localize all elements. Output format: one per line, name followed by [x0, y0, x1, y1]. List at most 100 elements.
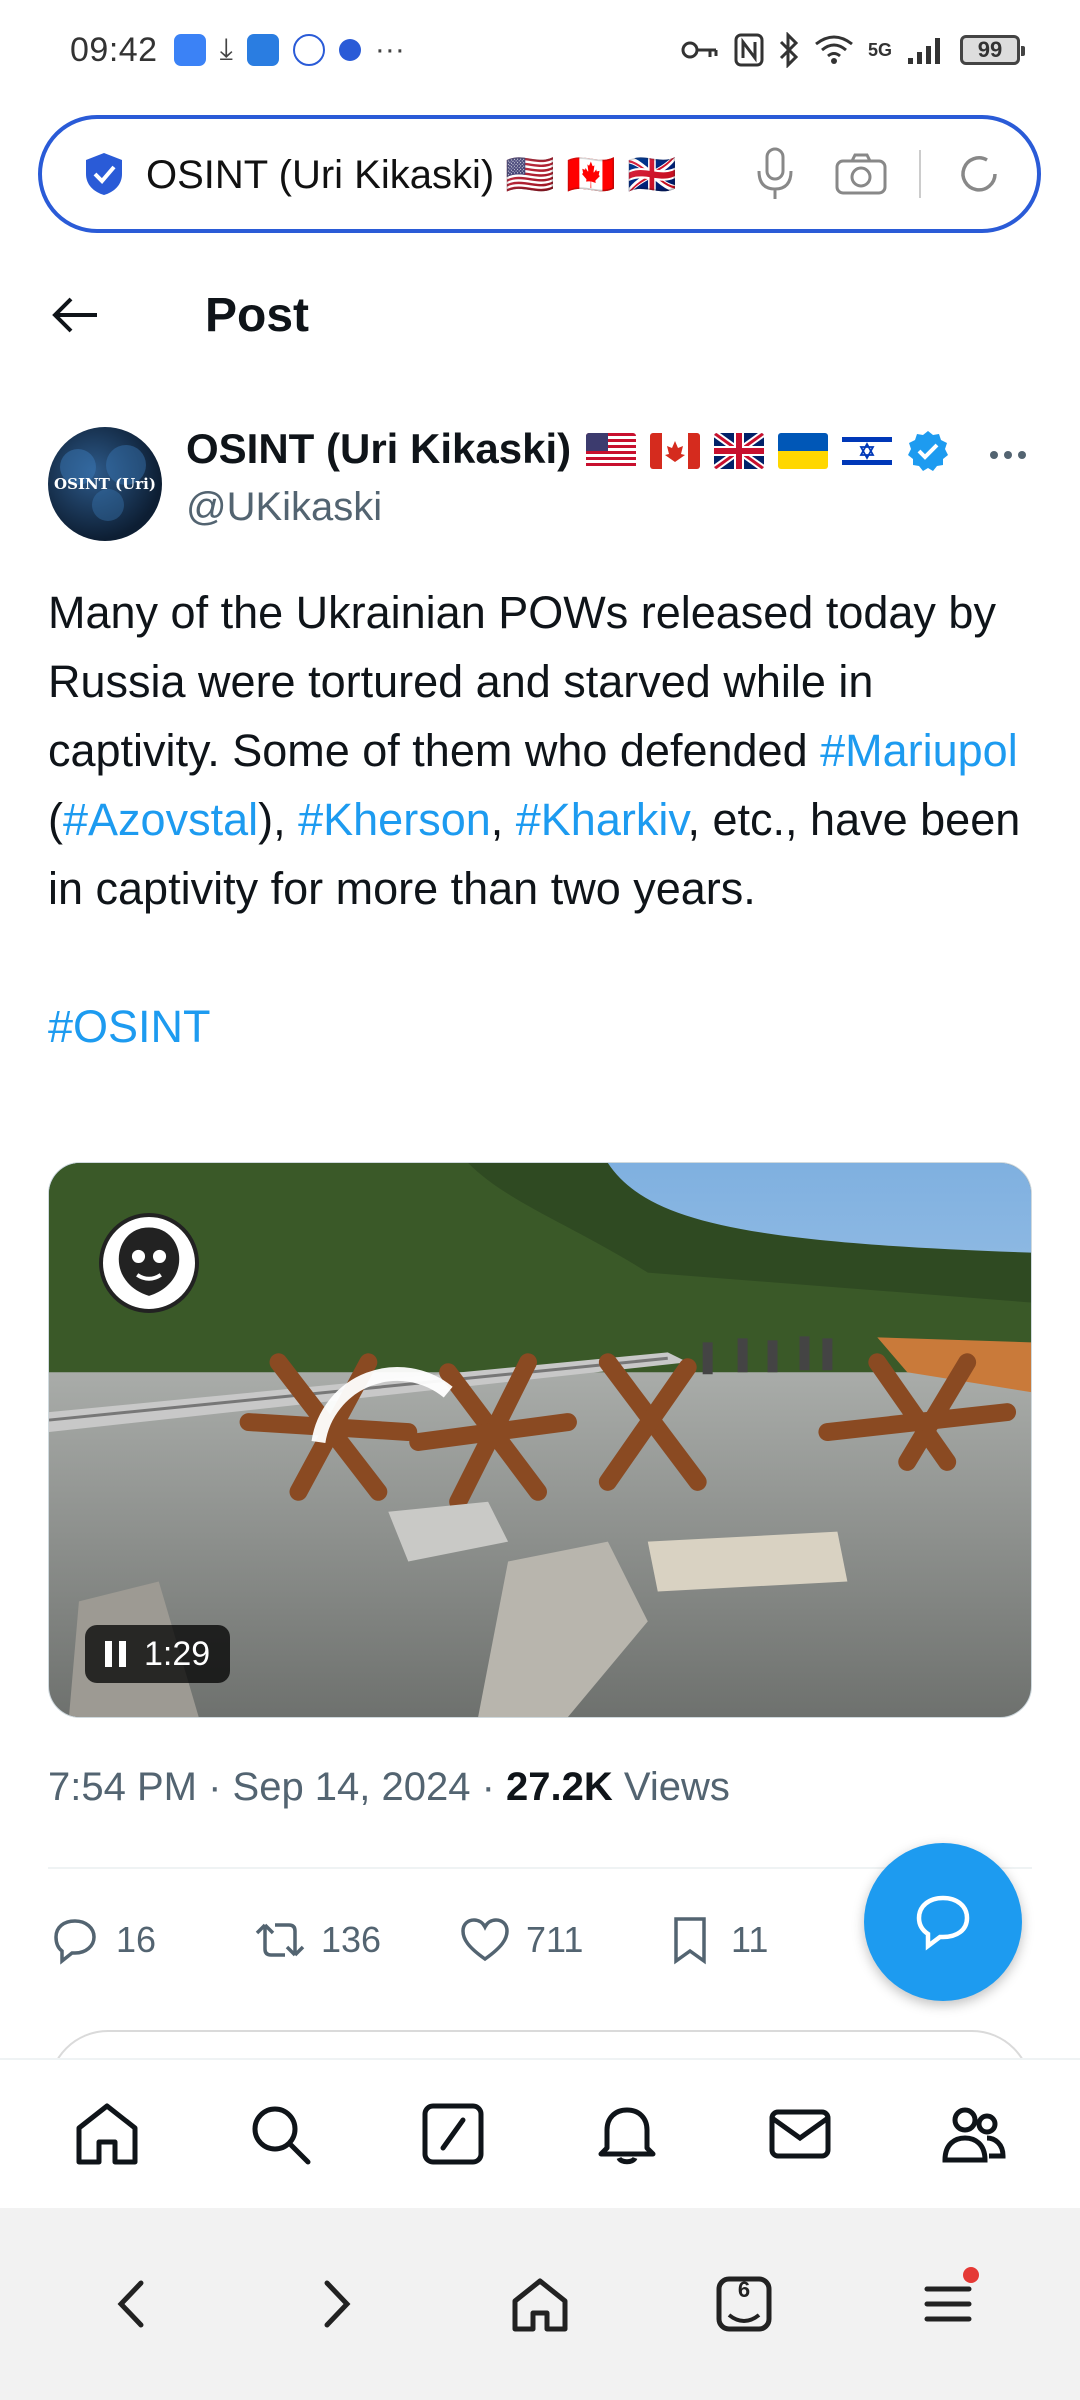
chevron-left-icon: [117, 2280, 144, 2328]
video-controls[interactable]: 1:29: [85, 1625, 231, 1683]
status-time: 09:42: [70, 30, 158, 69]
israel-flag-icon: [842, 433, 892, 469]
uk-flag-icon: [714, 433, 764, 469]
page-title: Post: [205, 288, 310, 342]
nav-messages[interactable]: [755, 2089, 845, 2179]
bookmark-button[interactable]: 11: [663, 1913, 868, 1967]
security-shield-icon: [86, 153, 122, 195]
notification-dot: [963, 2267, 979, 2283]
like-count: 711: [526, 1919, 584, 1960]
browser-forward-button[interactable]: [291, 2259, 381, 2349]
more-options-button[interactable]: [978, 435, 1038, 475]
bell-icon: [598, 2107, 656, 2165]
back-arrow-icon: [52, 297, 97, 333]
bookmark-count: 11: [731, 1919, 769, 1960]
post-meta: 7:54 PM · Sep 14, 2024 · 27.2K Views: [48, 1765, 730, 1810]
back-button[interactable]: [40, 280, 110, 350]
repost-button[interactable]: 136: [253, 1913, 458, 1967]
avatar[interactable]: OSINT (Uri): [48, 427, 162, 541]
heart-icon: [461, 1918, 509, 1962]
pause-icon[interactable]: [105, 1641, 126, 1667]
address-bar-divider: [919, 150, 921, 198]
tab-count: 6: [737, 2277, 751, 2302]
hashtag-link[interactable]: #Kherson: [298, 794, 491, 845]
nfc-icon: [734, 33, 764, 67]
bluetooth-icon: [779, 32, 799, 68]
signal-icon: [908, 38, 940, 64]
status-right: 5G 99: [680, 32, 1025, 68]
post-timestamp[interactable]: 7:54 PM · Sep 14, 2024 ·: [48, 1765, 506, 1809]
post-actions: 16 136 711 11: [48, 1900, 868, 1980]
address-text[interactable]: OSINT (Uri Kikaski) 🇺🇸 🇨🇦 🇬🇧: [146, 151, 717, 198]
nav-communities[interactable]: [928, 2089, 1018, 2179]
browser-home-button[interactable]: [495, 2259, 585, 2349]
home-icon: [512, 2278, 568, 2332]
app-dot-icon: [338, 39, 361, 61]
notification-icons: ⤓ ···: [173, 33, 405, 67]
chevron-right-icon: [324, 2280, 351, 2328]
views-label: Views: [612, 1765, 730, 1809]
download-icon: ⤓: [219, 33, 233, 66]
status-bar: 09:42 ⤓ ··· 5G 99: [0, 0, 1080, 100]
reply-button[interactable]: 16: [48, 1913, 253, 1967]
views-count: 27.2K: [506, 1765, 613, 1809]
bookmark-icon: [674, 1917, 706, 1965]
more-dot-icon: [990, 451, 998, 459]
hashtag-link[interactable]: #OSINT: [48, 1001, 211, 1052]
canada-flag-icon: [650, 433, 700, 469]
more-dot-icon: [1018, 451, 1026, 459]
battery-level: 99: [977, 37, 1003, 62]
reply-fab-button[interactable]: [864, 1843, 1022, 2001]
camera-icon: [835, 153, 887, 195]
compose-reply-icon: [916, 1895, 970, 1951]
video-duration: 1:29: [144, 1634, 211, 1673]
verified-badge-icon: [908, 431, 948, 471]
wifi-icon: [815, 35, 853, 64]
app-bottom-nav: [0, 2058, 1080, 2208]
communities-icon: [942, 2107, 1006, 2163]
post-header: Post: [0, 255, 1080, 375]
search-icon: [252, 2106, 311, 2165]
address-bar[interactable]: OSINT (Uri Kikaski) 🇺🇸 🇨🇦 🇬🇧: [38, 115, 1041, 233]
post-author: OSINT (Uri) OSINT (Uri Kikaski) @UKikask…: [48, 415, 1038, 545]
repost-icon: [255, 1923, 305, 1957]
browser-tabs-button[interactable]: 6: [699, 2259, 789, 2349]
reply-icon: [54, 1919, 96, 1965]
like-button[interactable]: 711: [458, 1913, 663, 1967]
translate-icon: [246, 34, 279, 66]
post-text: Many of the Ukrainian POWs released toda…: [48, 578, 1038, 1061]
network-type: 5G: [867, 39, 892, 60]
author-name[interactable]: OSINT (Uri Kikaski): [186, 425, 571, 473]
browser-back-button[interactable]: [87, 2259, 177, 2349]
author-flags: [586, 429, 950, 473]
us-flag-icon: [586, 433, 636, 469]
voice-search-button[interactable]: [747, 146, 803, 202]
post-text-part: (: [48, 794, 63, 845]
nav-grok[interactable]: [408, 2089, 498, 2179]
nav-notifications[interactable]: [582, 2089, 672, 2179]
browser-toolbar: 6: [0, 2208, 1080, 2400]
reload-button[interactable]: [951, 146, 1007, 202]
nav-search[interactable]: [235, 2089, 325, 2179]
reply-count: 16: [116, 1919, 157, 1960]
key-icon: [681, 41, 718, 59]
microphone-icon: [757, 147, 793, 199]
browser-menu-button[interactable]: [903, 2259, 993, 2349]
reload-icon: [961, 156, 997, 192]
more-dot-icon: [1004, 451, 1012, 459]
more-notifications-icon: ···: [374, 33, 405, 66]
camera-search-button[interactable]: [833, 146, 889, 202]
hashtag-link[interactable]: #Kharkiv: [516, 794, 688, 845]
post-text-part: ),: [258, 794, 299, 845]
hashtag-link[interactable]: #Mariupol: [820, 725, 1018, 776]
grok-icon: [422, 2103, 484, 2165]
app-badge-icon: [292, 34, 325, 66]
author-handle[interactable]: @UKikaski: [186, 485, 382, 530]
avatar-text: OSINT (Uri): [54, 475, 156, 493]
battery-indicator: 99: [960, 35, 1025, 65]
nav-home[interactable]: [62, 2089, 152, 2179]
video-player[interactable]: 1:29: [48, 1162, 1032, 1718]
mail-icon: [769, 2109, 831, 2159]
hashtag-link[interactable]: #Azovstal: [63, 794, 258, 845]
